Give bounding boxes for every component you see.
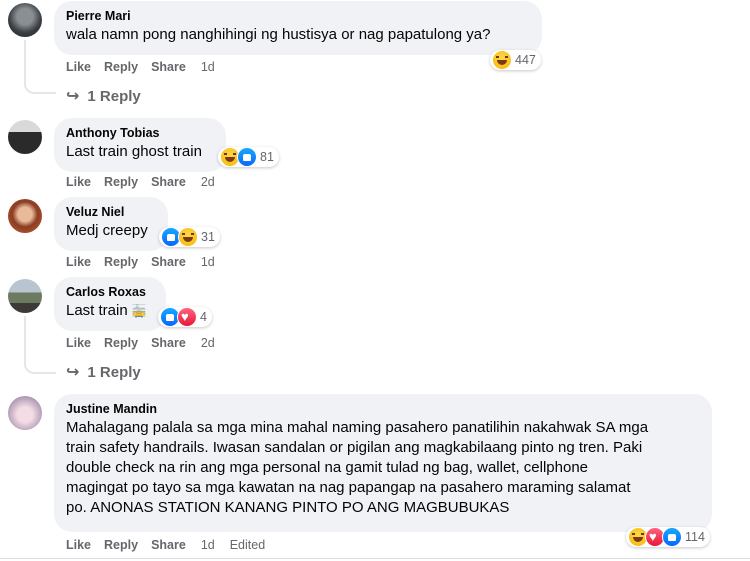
comment-text-line: magingat po tayo sa mga kawatan na nag p… — [66, 479, 631, 496]
reaction-summary[interactable]: 447 — [490, 50, 541, 70]
replies-label: 1 Reply — [87, 87, 141, 105]
share-button[interactable]: Share — [151, 255, 186, 269]
comment-text-line: Mahalagang palala sa mga mina mahal nami… — [66, 419, 649, 436]
like-button[interactable]: Like — [66, 336, 91, 350]
bottom-divider — [0, 558, 750, 559]
like-button[interactable]: Like — [66, 175, 91, 189]
share-button[interactable]: Share — [151, 175, 186, 189]
comment-text-line: train safety handrails. Iwasan sandalan … — [66, 439, 643, 456]
reaction-count: 31 — [201, 230, 215, 244]
comment-timestamp[interactable]: 1d — [201, 538, 215, 552]
reply-button[interactable]: Reply — [104, 60, 138, 74]
reaction-count: 447 — [515, 53, 536, 67]
reply-arrow-icon: ↪ — [66, 364, 80, 381]
avatar[interactable] — [8, 396, 42, 430]
share-button[interactable]: Share — [151, 538, 186, 552]
comment-bubble: Anthony Tobias Last train ghost train — [54, 118, 226, 172]
share-button[interactable]: Share — [151, 60, 186, 74]
comment-timestamp[interactable]: 2d — [201, 336, 215, 350]
train-emoji-icon: 🚋 — [131, 304, 147, 318]
thread-connector — [24, 40, 56, 94]
reaction-summary[interactable]: 4 — [158, 307, 212, 327]
comment-author[interactable]: Pierre Mari — [66, 8, 530, 24]
comment-actions: Like Reply Share 2d — [66, 175, 228, 189]
like-button[interactable]: Like — [66, 60, 91, 74]
comment-timestamp[interactable]: 1d — [201, 60, 215, 74]
reply-button[interactable]: Reply — [104, 175, 138, 189]
comment-text-line: double check na rin ang mga personal na … — [66, 459, 589, 476]
like-button[interactable]: Like — [66, 255, 91, 269]
comment-bubble: Carlos Roxas Last train 🚋 — [54, 277, 166, 331]
view-replies-button[interactable]: ↪ 1 Reply — [66, 362, 141, 382]
edited-label[interactable]: Edited — [230, 538, 265, 552]
comment-actions: Like Reply Share 1d — [66, 255, 228, 269]
comment-timestamp[interactable]: 2d — [201, 175, 215, 189]
avatar[interactable] — [8, 120, 42, 154]
comment-author[interactable]: Anthony Tobias — [66, 125, 214, 141]
comment-text: wala namn pong nanghihingi ng hustisya o… — [66, 26, 491, 43]
view-replies-button[interactable]: ↪ 1 Reply — [66, 86, 141, 106]
replies-label: 1 Reply — [87, 363, 141, 381]
comment-timestamp[interactable]: 1d — [201, 255, 215, 269]
comment-text: Last train 🚋 — [66, 301, 154, 321]
avatar[interactable] — [8, 279, 42, 313]
avatar[interactable] — [8, 3, 42, 37]
reply-button[interactable]: Reply — [104, 538, 138, 552]
comment-text: Last train ghost train — [66, 143, 202, 160]
comment-text-content: Last train — [66, 302, 128, 319]
thread-connector — [24, 316, 56, 374]
reaction-summary[interactable]: 114 — [626, 527, 710, 547]
comment-bubble: Justine Mandin Mahalagang palala sa mga … — [54, 394, 712, 532]
reaction-count: 4 — [200, 310, 207, 324]
comment-bubble: Pierre Mari wala namn pong nanghihingi n… — [54, 1, 542, 55]
comment-bubble: Veluz Niel Medj creepy — [54, 197, 168, 251]
reply-arrow-icon: ↪ — [66, 88, 80, 105]
love-reaction-icon — [177, 307, 197, 327]
haha-reaction-icon — [492, 50, 512, 70]
reaction-summary[interactable]: 81 — [218, 147, 279, 167]
reply-button[interactable]: Reply — [104, 336, 138, 350]
reaction-count: 114 — [685, 530, 705, 544]
share-button[interactable]: Share — [151, 336, 186, 350]
comment-text-line: po. ANONAS STATION KANANG PINTO PO ANG M… — [66, 499, 510, 516]
like-button[interactable]: Like — [66, 538, 91, 552]
like-reaction-icon — [237, 147, 257, 167]
avatar[interactable] — [8, 199, 42, 233]
comment-actions: Like Reply Share 2d — [66, 336, 228, 350]
like-reaction-icon — [662, 527, 682, 547]
comment-text: Medj creepy — [66, 222, 148, 239]
reaction-count: 81 — [260, 150, 274, 164]
haha-reaction-icon — [178, 227, 198, 247]
reply-button[interactable]: Reply — [104, 255, 138, 269]
comment-author[interactable]: Justine Mandin — [66, 401, 700, 417]
comment-author[interactable]: Carlos Roxas — [66, 284, 154, 300]
comment-author[interactable]: Veluz Niel — [66, 204, 156, 220]
reaction-summary[interactable]: 31 — [159, 227, 220, 247]
comment-actions: Like Reply Share 1d Edited — [66, 538, 278, 552]
comment-actions: Like Reply Share 1d — [66, 60, 228, 74]
